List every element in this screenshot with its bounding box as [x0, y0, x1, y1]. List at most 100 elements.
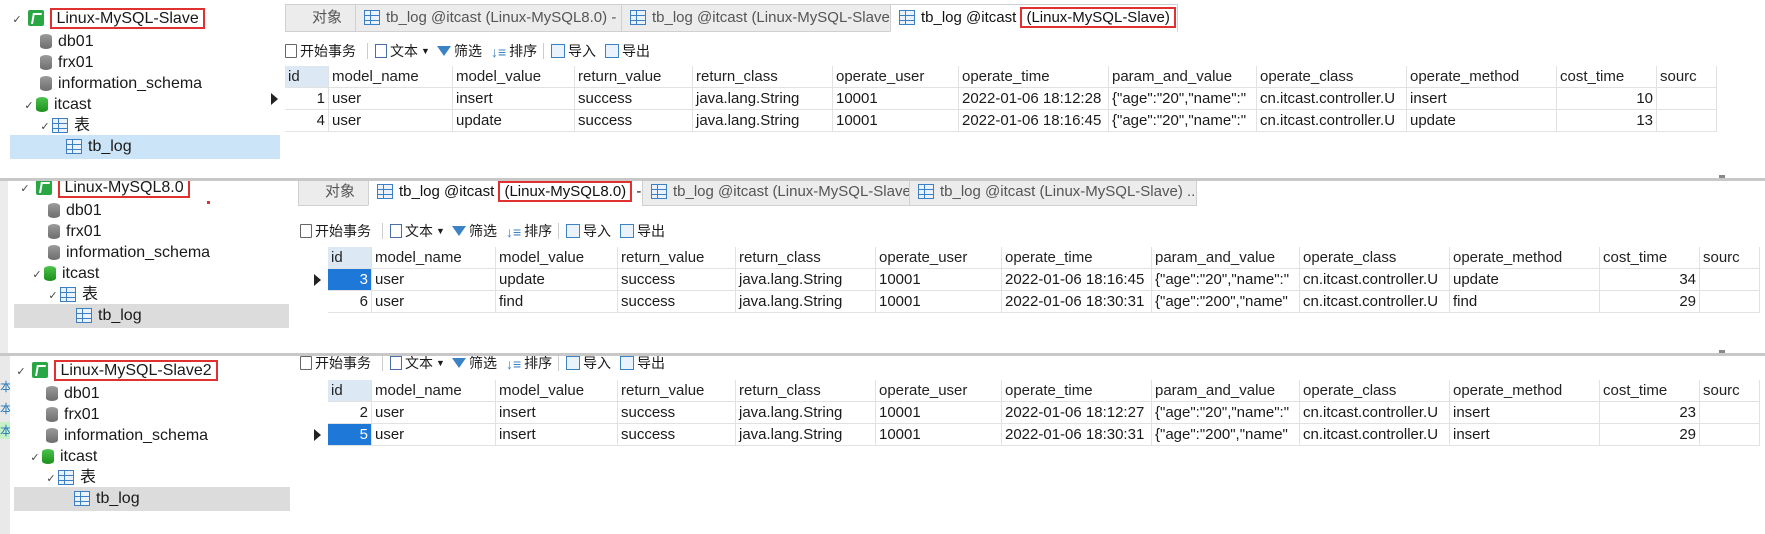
- cell-return-class[interactable]: java.lang.String: [693, 88, 833, 110]
- begin-transaction-button[interactable]: 开始事务: [285, 41, 356, 61]
- cell-operate-method[interactable]: insert: [1450, 402, 1600, 424]
- tab-tb-log-slave[interactable]: tb_log @itcast (Linux-MySQL-Slave) ...: [890, 4, 1178, 32]
- chevron-down-icon[interactable]: ✓: [14, 360, 28, 384]
- cell-return-class[interactable]: java.lang.String: [736, 402, 876, 424]
- cell-param-and-value[interactable]: {"age":"200","name": [1152, 424, 1300, 446]
- filter-button[interactable]: 筛选: [452, 356, 497, 373]
- import-button[interactable]: 导入: [566, 356, 611, 373]
- cell-operate-user[interactable]: 10001: [876, 291, 1002, 313]
- cell-operate-class[interactable]: cn.itcast.controller.U: [1300, 291, 1450, 313]
- column-header[interactable]: operate_method: [1450, 380, 1600, 402]
- column-header[interactable]: cost_time: [1557, 66, 1657, 88]
- column-header[interactable]: return_class: [736, 380, 876, 402]
- cell-source[interactable]: [1700, 402, 1760, 424]
- tree-table-tb-log[interactable]: tb_log: [14, 304, 289, 328]
- cell-param-and-value[interactable]: {"age":"20","name":": [1152, 269, 1300, 291]
- cell-operate-class[interactable]: cn.itcast.controller.U: [1300, 424, 1450, 446]
- cell-param-and-value[interactable]: {"age":"20","name":": [1109, 110, 1257, 132]
- chevron-down-icon[interactable]: ✓: [18, 181, 32, 201]
- import-button[interactable]: 导入: [566, 221, 611, 241]
- column-header[interactable]: operate_user: [833, 66, 959, 88]
- column-header[interactable]: return_value: [618, 247, 736, 269]
- cell-model-value[interactable]: update: [496, 269, 618, 291]
- tab-tb-log-slave[interactable]: tb_log @itcast (Linux-MySQL-Slave) ...: [909, 181, 1197, 206]
- cell-cost-time[interactable]: 34: [1600, 269, 1700, 291]
- cell-operate-time[interactable]: 2022-01-06 18:16:45: [1002, 269, 1152, 291]
- cell-return-value[interactable]: success: [618, 269, 736, 291]
- cell-param-and-value[interactable]: {"age":"200","name": [1152, 291, 1300, 313]
- tree-connection[interactable]: ✓ Linux-MySQL-Slave: [10, 7, 205, 31]
- sort-button[interactable]: ↓≡ 排序: [506, 356, 552, 373]
- cell-operate-class[interactable]: cn.itcast.controller.U: [1257, 110, 1407, 132]
- column-header[interactable]: sourc: [1700, 380, 1760, 402]
- cell-operate-time[interactable]: 2022-01-06 18:30:31: [1002, 291, 1152, 313]
- tab-tb-log-slave2[interactable]: tb_log @itcast (Linux-MySQL-Slave2...: [621, 4, 902, 32]
- column-header[interactable]: id: [285, 66, 329, 88]
- column-header[interactable]: model_value: [496, 247, 618, 269]
- tab-tb-log-mysql8[interactable]: tb_log @itcast (Linux-MySQL8.0) - 表: [355, 4, 633, 32]
- cell-id[interactable]: 6: [328, 291, 372, 313]
- cell-operate-method[interactable]: update: [1407, 110, 1557, 132]
- column-header[interactable]: operate_class: [1300, 380, 1450, 402]
- cell-cost-time[interactable]: 29: [1600, 424, 1700, 446]
- cell-operate-time[interactable]: 2022-01-06 18:16:45: [959, 110, 1109, 132]
- begin-transaction-button[interactable]: 开始事务: [300, 356, 371, 373]
- cell-param-and-value[interactable]: {"age":"20","name":": [1152, 402, 1300, 424]
- cell-return-class[interactable]: java.lang.String: [736, 291, 876, 313]
- column-header[interactable]: model_name: [329, 66, 453, 88]
- cell-return-class[interactable]: java.lang.String: [693, 110, 833, 132]
- cell-cost-time[interactable]: 10: [1557, 88, 1657, 110]
- column-header[interactable]: operate_time: [959, 66, 1109, 88]
- cell-operate-method[interactable]: insert: [1407, 88, 1557, 110]
- cell-id[interactable]: 2: [328, 402, 372, 424]
- column-header[interactable]: id: [328, 380, 372, 402]
- cell-operate-method[interactable]: insert: [1450, 424, 1600, 446]
- column-header[interactable]: model_name: [372, 380, 496, 402]
- column-header[interactable]: id: [328, 247, 372, 269]
- cell-return-class[interactable]: java.lang.String: [736, 424, 876, 446]
- cell-id[interactable]: 3: [328, 269, 372, 291]
- cell-id[interactable]: 1: [285, 88, 329, 110]
- tree-connection[interactable]: ✓ Linux-MySQL8.0: [18, 181, 190, 201]
- column-header[interactable]: sourc: [1700, 247, 1760, 269]
- cell-operate-method[interactable]: update: [1450, 269, 1600, 291]
- cell-model-value[interactable]: insert: [496, 402, 618, 424]
- column-header[interactable]: operate_class: [1300, 247, 1450, 269]
- cell-source[interactable]: [1700, 291, 1760, 313]
- cell-model-value[interactable]: update: [453, 110, 575, 132]
- cell-operate-time[interactable]: 2022-01-06 18:12:28: [959, 88, 1109, 110]
- cell-return-value[interactable]: success: [618, 424, 736, 446]
- column-header[interactable]: return_class: [736, 247, 876, 269]
- column-header[interactable]: model_value: [453, 66, 575, 88]
- column-header[interactable]: operate_time: [1002, 380, 1152, 402]
- cell-model-name[interactable]: user: [372, 269, 496, 291]
- export-button[interactable]: 导出: [620, 221, 665, 241]
- column-header[interactable]: model_value: [496, 380, 618, 402]
- cell-operate-user[interactable]: 10001: [833, 110, 959, 132]
- column-header[interactable]: param_and_value: [1109, 66, 1257, 88]
- column-header[interactable]: operate_user: [876, 380, 1002, 402]
- cell-operate-user[interactable]: 10001: [833, 88, 959, 110]
- cell-operate-user[interactable]: 10001: [876, 402, 1002, 424]
- cell-cost-time[interactable]: 13: [1557, 110, 1657, 132]
- cell-source[interactable]: [1657, 110, 1717, 132]
- cell-model-name[interactable]: user: [372, 424, 496, 446]
- tree-connection[interactable]: ✓ Linux-MySQL-Slave2: [14, 359, 218, 383]
- cell-operate-user[interactable]: 10001: [876, 269, 1002, 291]
- column-header[interactable]: sourc: [1657, 66, 1717, 88]
- column-header[interactable]: operate_method: [1450, 247, 1600, 269]
- cell-operate-class[interactable]: cn.itcast.controller.U: [1300, 402, 1450, 424]
- column-header[interactable]: cost_time: [1600, 247, 1700, 269]
- cell-return-value[interactable]: success: [618, 291, 736, 313]
- cell-model-name[interactable]: user: [329, 88, 453, 110]
- cell-operate-class[interactable]: cn.itcast.controller.U: [1257, 88, 1407, 110]
- cell-cost-time[interactable]: 23: [1600, 402, 1700, 424]
- cell-model-name[interactable]: user: [329, 110, 453, 132]
- column-header[interactable]: operate_time: [1002, 247, 1152, 269]
- chevron-down-icon[interactable]: ✓: [22, 94, 36, 118]
- cell-operate-time[interactable]: 2022-01-06 18:30:31: [1002, 424, 1152, 446]
- chevron-down-icon[interactable]: ✓: [28, 446, 42, 470]
- cell-operate-time[interactable]: 2022-01-06 18:12:27: [1002, 402, 1152, 424]
- text-view-button[interactable]: 文本 ▼: [390, 356, 445, 373]
- cell-id[interactable]: 5: [328, 424, 372, 446]
